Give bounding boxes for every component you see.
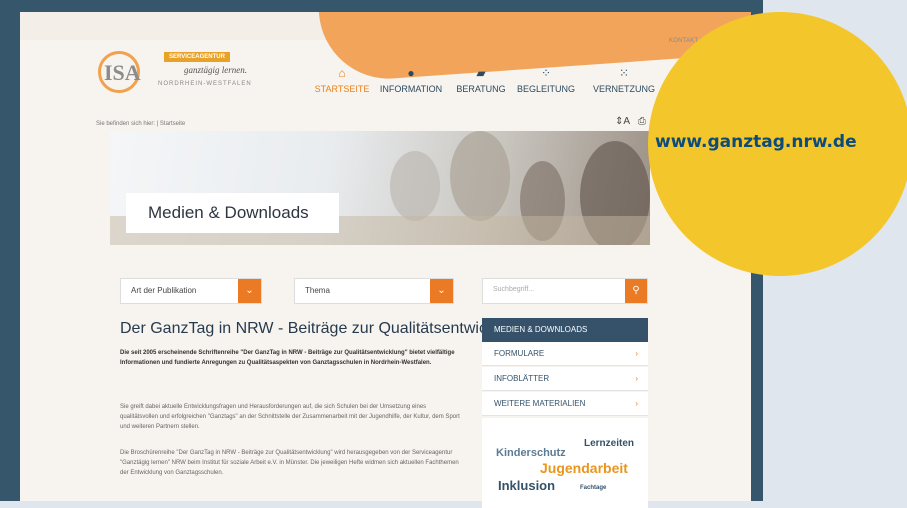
- website-url: www.ganztag.nrw.de: [655, 132, 857, 152]
- logo-tagline: ganztägig lernen.: [184, 65, 247, 75]
- chevron-right-icon: ›: [635, 374, 638, 383]
- article-intro: Die seit 2005 erscheinende Schriftenreih…: [120, 350, 455, 366]
- search-input[interactable]: Suchbegriff... ⚲: [482, 278, 648, 304]
- breadcrumb[interactable]: Sie befinden sich hier: | Startseite: [96, 121, 185, 127]
- home-icon: ⌂: [338, 66, 346, 80]
- sidebar-item-label: FORMULARE: [494, 349, 545, 358]
- tag-lernzeiten[interactable]: Lernzeiten: [584, 438, 634, 449]
- chat-icon: ▰: [476, 66, 486, 80]
- sidebar-item-formulare[interactable]: FORMULARE ›: [482, 342, 648, 366]
- sidebar-item-weitere-materialien[interactable]: WEITERE MATERIALIEN ›: [482, 392, 648, 416]
- topic-select[interactable]: Thema ⌄: [294, 278, 454, 304]
- logo-mark[interactable]: ISA: [104, 60, 141, 86]
- publication-type-select[interactable]: Art der Publikation ⌄: [120, 278, 262, 304]
- chevron-right-icon: ›: [635, 399, 638, 408]
- nav-label: BERATUNG: [456, 84, 506, 94]
- sidebar-item-label: WEITERE MATERIALIEN: [494, 399, 586, 408]
- nav-label: BEGLEITUNG: [516, 84, 575, 94]
- article-title: Der GanzTag in NRW - Beiträge zur Qualit…: [120, 320, 526, 337]
- tag-jugendarbeit[interactable]: Jugendarbeit: [540, 460, 628, 476]
- nav-item-vernetzung[interactable]: ⁙ VERNETZUNG: [586, 66, 662, 102]
- chevron-right-icon: ›: [635, 349, 638, 358]
- chevron-down-icon[interactable]: ⌄: [238, 279, 261, 303]
- nav-item-beratung[interactable]: ▰ BERATUNG: [448, 66, 514, 102]
- sidebar-item-label: INFOBLÄTTER: [494, 374, 550, 383]
- people-icon: ⁘: [540, 66, 552, 80]
- nav-label: VERNETZUNG: [592, 84, 655, 94]
- nav-label: INFORMATION: [379, 84, 443, 94]
- tag-inklusion[interactable]: Inklusion: [498, 478, 555, 493]
- nav-item-startseite[interactable]: ⌂ STARTSEITE: [302, 66, 382, 102]
- tag-kinderschutz[interactable]: Kinderschutz: [496, 447, 566, 459]
- article-paragraph-2: Die Broschürenreihe "Der GanzTag in NRW …: [120, 450, 459, 476]
- search-placeholder: Suchbegriff...: [493, 286, 535, 293]
- logo-region: NORDRHEIN-WESTFALEN: [158, 81, 252, 87]
- search-icon[interactable]: ⚲: [625, 279, 647, 303]
- logo-badge: SERVICEAGENTUR: [164, 52, 230, 62]
- nav-label: STARTSEITE: [314, 84, 370, 94]
- tag-fachtage[interactable]: Fachtage: [580, 485, 606, 491]
- nav-item-information[interactable]: ● INFORMATION: [372, 66, 450, 102]
- select-label: Thema: [305, 286, 330, 295]
- nav-item-begleitung[interactable]: ⁘ BEGLEITUNG: [510, 66, 582, 102]
- chevron-down-icon[interactable]: ⌄: [430, 279, 453, 303]
- sidebar-header[interactable]: MEDIEN & DOWNLOADS: [482, 318, 648, 342]
- select-label: Art der Publikation: [131, 286, 197, 295]
- sidebar-item-infoblaetter[interactable]: INFOBLÄTTER ›: [482, 367, 648, 391]
- network-icon: ⁙: [618, 66, 630, 80]
- hero-title: Medien & Downloads: [148, 203, 309, 222]
- text-size-icon[interactable]: ⇕A ⎙: [615, 116, 646, 127]
- info-icon: ●: [407, 66, 415, 80]
- article-paragraph-1: Sie greift dabei aktuelle Entwicklungsfr…: [120, 404, 460, 430]
